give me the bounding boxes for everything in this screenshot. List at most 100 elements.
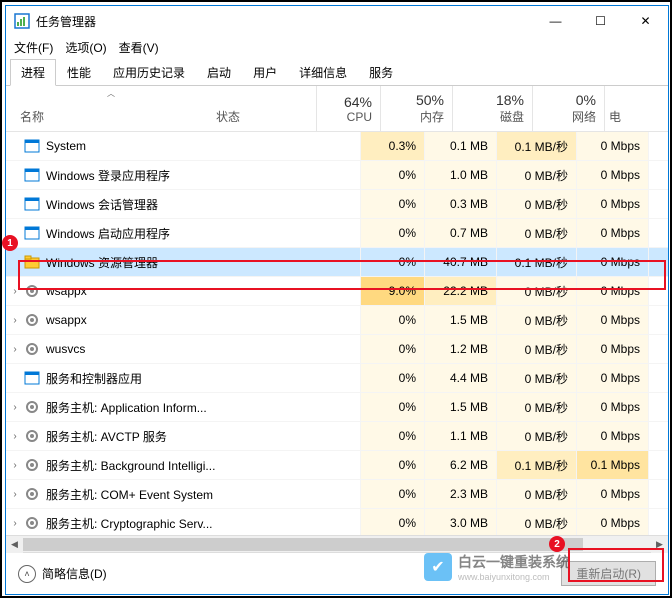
tab-details[interactable]: 详细信息 [288, 59, 358, 86]
tab-users[interactable]: 用户 [242, 59, 288, 86]
column-headers: ︿ 名称 状态 64% CPU 50% 内存 18% 磁盘 0% 网络 电 [6, 86, 668, 132]
app-icon [14, 13, 30, 29]
cell-memory: 4.4 MB [424, 364, 496, 392]
process-icon [24, 341, 40, 357]
table-row[interactable]: Windows 登录应用程序0%1.0 MB0 MB/秒0 Mbps [6, 161, 668, 190]
process-icon [24, 225, 40, 241]
restart-button[interactable]: 重新启动(R) [561, 561, 656, 586]
process-icon [24, 486, 40, 502]
fewer-details-button[interactable]: ˄ 简略信息(D) [18, 565, 107, 583]
tab-processes[interactable]: 进程 [10, 59, 56, 86]
cell-network: 0 Mbps [576, 161, 648, 189]
cell-memory: 1.0 MB [424, 161, 496, 189]
table-row[interactable]: Windows 启动应用程序0%0.7 MB0 MB/秒0 Mbps [6, 219, 668, 248]
table-row[interactable]: Windows 资源管理器0%40.7 MB0.1 MB/秒0 Mbps [6, 248, 668, 277]
cell-disk: 0 MB/秒 [496, 480, 576, 508]
expand-icon[interactable]: › [6, 489, 24, 500]
expand-icon[interactable]: › [6, 286, 24, 297]
expand-icon[interactable]: › [6, 431, 24, 442]
cell-memory: 0.7 MB [424, 219, 496, 247]
tab-bar: 进程 性能 应用历史记录 启动 用户 详细信息 服务 [6, 58, 668, 86]
process-icon [24, 515, 40, 531]
title-bar: 任务管理器 — ☐ ✕ [6, 6, 668, 36]
header-power[interactable]: 电 [604, 86, 624, 131]
minimize-button[interactable]: — [533, 6, 578, 36]
cell-end [648, 364, 668, 392]
maximize-button[interactable]: ☐ [578, 6, 623, 36]
process-list: System0.3%0.1 MB0.1 MB/秒0 MbpsWindows 登录… [6, 132, 668, 535]
menu-options[interactable]: 选项(O) [65, 39, 106, 56]
cell-cpu: 0.3% [360, 132, 424, 160]
table-row[interactable]: ›服务主机: Cryptographic Serv...0%3.0 MB0 MB… [6, 509, 668, 535]
process-icon [24, 254, 40, 270]
cell-network: 0 Mbps [576, 306, 648, 334]
expand-icon[interactable]: › [6, 518, 24, 529]
table-row[interactable]: ›wsappx0%1.5 MB0 MB/秒0 Mbps [6, 306, 668, 335]
cell-network: 0 Mbps [576, 335, 648, 363]
process-icon [24, 196, 40, 212]
scroll-thumb[interactable] [23, 538, 583, 551]
process-icon [24, 428, 40, 444]
process-name: Windows 启动应用程序 [46, 225, 360, 242]
header-status[interactable]: 状态 [216, 86, 316, 131]
cell-cpu: 0% [360, 219, 424, 247]
tab-performance[interactable]: 性能 [56, 59, 102, 86]
expand-icon[interactable]: › [6, 344, 24, 355]
scroll-left-icon[interactable]: ◀ [6, 536, 23, 553]
table-row[interactable]: ›wsappx9.0%22.2 MB0 MB/秒0 Mbps [6, 277, 668, 306]
header-name[interactable]: ︿ 名称 [6, 86, 216, 131]
cell-end [648, 277, 668, 305]
cell-network: 0 Mbps [576, 248, 648, 276]
collapse-icon: ˄ [18, 565, 36, 583]
cell-network: 0 Mbps [576, 364, 648, 392]
header-disk[interactable]: 18% 磁盘 [452, 86, 532, 131]
table-row[interactable]: ›服务主机: AVCTP 服务0%1.1 MB0 MB/秒0 Mbps [6, 422, 668, 451]
expand-icon[interactable]: › [6, 402, 24, 413]
menu-file[interactable]: 文件(F) [14, 39, 53, 56]
cell-end [648, 393, 668, 421]
cell-network: 0 Mbps [576, 422, 648, 450]
cell-network: 0 Mbps [576, 480, 648, 508]
header-cpu[interactable]: 64% CPU [316, 86, 380, 131]
tab-services[interactable]: 服务 [358, 59, 404, 86]
cell-cpu: 0% [360, 364, 424, 392]
cell-cpu: 0% [360, 393, 424, 421]
process-name: 服务主机: Application Inform... [46, 399, 360, 416]
watermark-logo-icon: ✔ [424, 553, 452, 581]
header-network[interactable]: 0% 网络 [532, 86, 604, 131]
menu-view[interactable]: 查看(V) [119, 39, 159, 56]
scroll-right-icon[interactable]: ▶ [651, 536, 668, 553]
table-row[interactable]: ›服务主机: COM+ Event System0%2.3 MB0 MB/秒0 … [6, 480, 668, 509]
close-button[interactable]: ✕ [623, 6, 668, 36]
cell-end [648, 509, 668, 535]
cell-network: 0 Mbps [576, 277, 648, 305]
cell-memory: 40.7 MB [424, 248, 496, 276]
table-row[interactable]: ›服务主机: Application Inform...0%1.5 MB0 MB… [6, 393, 668, 422]
tab-app-history[interactable]: 应用历史记录 [102, 59, 196, 86]
horizontal-scrollbar[interactable]: ◀ ▶ [6, 535, 668, 552]
expand-icon[interactable]: › [6, 315, 24, 326]
process-name: 服务主机: AVCTP 服务 [46, 428, 360, 445]
cell-memory: 1.2 MB [424, 335, 496, 363]
table-row[interactable]: ›服务主机: Background Intelligi...0%6.2 MB0.… [6, 451, 668, 480]
table-row[interactable]: 服务和控制器应用0%4.4 MB0 MB/秒0 Mbps [6, 364, 668, 393]
cell-end [648, 335, 668, 363]
cell-disk: 0 MB/秒 [496, 393, 576, 421]
process-name: 服务主机: COM+ Event System [46, 486, 360, 503]
cell-cpu: 0% [360, 422, 424, 450]
table-row[interactable]: Windows 会话管理器0%0.3 MB0 MB/秒0 Mbps [6, 190, 668, 219]
cell-end [648, 219, 668, 247]
table-row[interactable]: System0.3%0.1 MB0.1 MB/秒0 Mbps [6, 132, 668, 161]
process-name: Windows 登录应用程序 [46, 167, 360, 184]
cell-disk: 0 MB/秒 [496, 190, 576, 218]
process-icon [24, 399, 40, 415]
expand-icon[interactable]: › [6, 460, 24, 471]
menu-bar: 文件(F) 选项(O) 查看(V) [6, 36, 668, 58]
cell-network: 0 Mbps [576, 219, 648, 247]
table-row[interactable]: ›wusvcs0%1.2 MB0 MB/秒0 Mbps [6, 335, 668, 364]
cell-disk: 0 MB/秒 [496, 335, 576, 363]
cell-end [648, 480, 668, 508]
tab-startup[interactable]: 启动 [196, 59, 242, 86]
header-memory[interactable]: 50% 内存 [380, 86, 452, 131]
process-name: 服务主机: Background Intelligi... [46, 457, 360, 474]
